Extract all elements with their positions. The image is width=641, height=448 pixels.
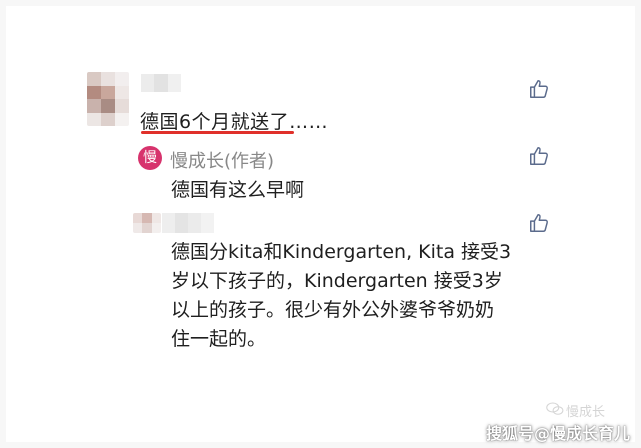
username-blurred [141,74,181,92]
comment-text: 德国分kita和Kindergarten, Kita 接受3 岁以下孩子的，Ki… [171,238,596,354]
thumbs-up-icon [530,147,548,165]
author-name[interactable]: 慢成长(作者) [170,147,274,173]
watermark-source: 搜狐号@慢成长育儿 [486,424,631,443]
username-blurred [162,213,214,233]
comment-text: 德国6个月就送了…… [140,111,329,133]
avatar[interactable] [87,72,129,126]
watermark-channel: 慢成长 [566,405,606,420]
like-button[interactable] [528,212,550,234]
wechat-icon [546,402,564,415]
red-underline-highlight [141,131,294,134]
avatar[interactable] [133,213,161,233]
comment-line: 德国分kita和Kindergarten, Kita 接受3 [171,241,512,263]
like-button[interactable] [528,78,550,100]
like-button[interactable] [528,145,550,167]
comment-line: 以上的孩子。很少有外公外婆爷爷奶奶 [171,299,495,321]
thumbs-up-icon [530,214,548,232]
thumbs-up-icon [530,80,548,98]
comment-line: 住一起的。 [171,328,267,350]
comment-line: 岁以下孩子的，Kindergarten 接受3岁 [171,270,503,292]
author-avatar[interactable]: 慢 [138,146,162,170]
reply-text: 德国有这么早啊 [171,179,305,201]
